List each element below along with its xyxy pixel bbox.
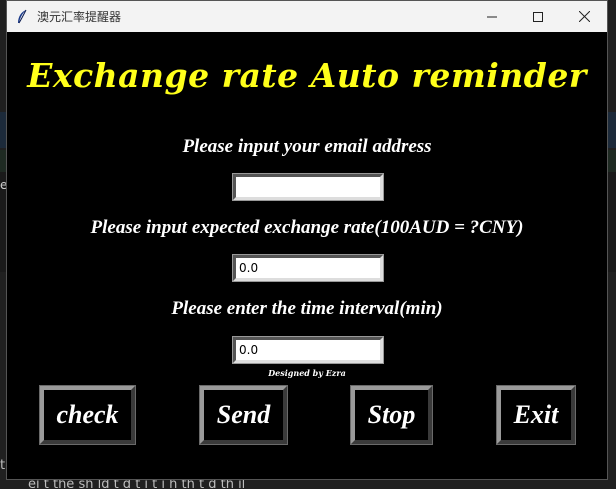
background-text-fragment-footer: ei t the sh ld t d t i t i h th t d th i… — [28, 480, 246, 489]
close-button[interactable] — [561, 1, 607, 32]
maximize-button[interactable] — [515, 1, 561, 32]
close-icon — [578, 7, 590, 26]
feather-icon — [15, 9, 29, 25]
email-label: Please input your email address — [182, 136, 432, 157]
rate-label: Please input expected exchange rate(100A… — [90, 217, 524, 238]
window-title: 澳元汇率提醒器 — [37, 10, 122, 24]
title-bar[interactable]: 澳元汇率提醒器 — [7, 1, 607, 32]
app-heading: Exchange rate Auto reminder — [27, 56, 587, 95]
window-controls — [469, 1, 607, 32]
stop-button[interactable]: Stop — [350, 385, 433, 445]
app-window: 澳元汇率提醒器 Exchange rate Auto reminder Plea… — [6, 0, 608, 480]
app-content: Exchange rate Auto reminder Please input… — [7, 32, 607, 479]
email-input[interactable] — [232, 173, 384, 201]
credit-text: Designed by Ezra — [268, 368, 346, 378]
minimize-button[interactable] — [469, 1, 515, 32]
exit-button[interactable]: Exit — [496, 385, 576, 445]
send-button[interactable]: Send — [199, 385, 288, 445]
interval-label: Please enter the time interval(min) — [171, 298, 443, 319]
minimize-icon — [487, 7, 497, 26]
interval-input[interactable] — [232, 336, 384, 364]
rate-input[interactable] — [232, 254, 384, 282]
check-button[interactable]: check — [39, 385, 136, 445]
maximize-icon — [533, 7, 543, 26]
